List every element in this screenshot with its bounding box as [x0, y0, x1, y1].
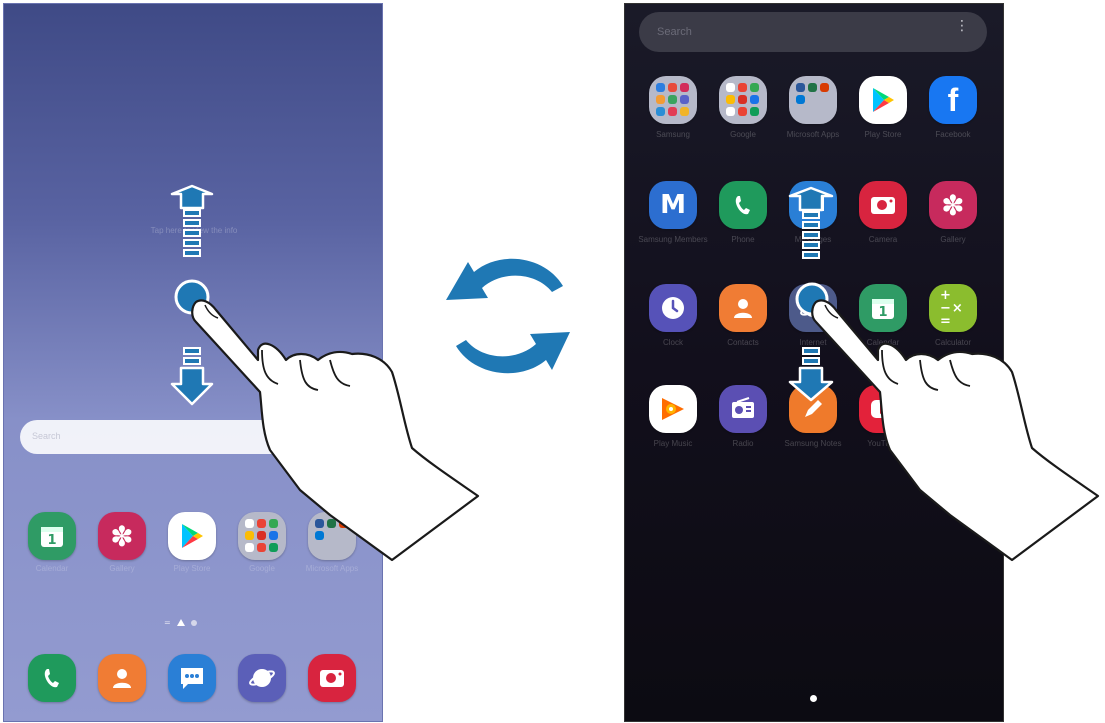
calendar-day: 1: [47, 533, 56, 548]
switch-arrows-icon: [446, 258, 570, 374]
info-hint-text: Tap here to view the info: [150, 226, 238, 235]
app-label: Gallery: [109, 564, 135, 573]
microsoft-folder-icon[interactable]: [789, 76, 837, 124]
facebook-icon[interactable]: f: [929, 76, 977, 124]
app-label: YouTube: [867, 439, 899, 448]
search-bar[interactable]: Search ⋮: [639, 12, 987, 52]
samsung-folder-icon[interactable]: [649, 76, 697, 124]
messages-icon[interactable]: [789, 181, 837, 229]
internet-icon[interactable]: [238, 654, 286, 702]
phone-icon[interactable]: [28, 654, 76, 702]
home-screen[interactable]: Tap here to view the info Search 1 Calen…: [3, 3, 383, 722]
app-label: Clock: [662, 338, 683, 347]
search-placeholder: Search: [32, 431, 61, 441]
apps-screen[interactable]: Search ⋮ Samsung Google Microsoft Apps P…: [624, 3, 1004, 722]
contacts-icon[interactable]: [98, 654, 146, 702]
samsung-notes-icon[interactable]: [789, 385, 837, 433]
app-label: Phone: [731, 235, 755, 244]
app-label: Radio: [732, 439, 754, 448]
play-store-icon[interactable]: [859, 76, 907, 124]
app-label: Facebook: [935, 130, 971, 139]
app-label: Google: [249, 564, 275, 573]
app-label: Play Music: [653, 439, 693, 448]
page-indicator[interactable]: =: [164, 618, 197, 627]
app-label: Gallery: [940, 235, 966, 244]
app-label: Messages: [794, 235, 832, 244]
camera-icon[interactable]: [859, 181, 907, 229]
apps-menu-indicator: =: [164, 618, 171, 627]
home-page-indicator: [176, 619, 185, 626]
search-bar[interactable]: Search: [20, 420, 370, 454]
page-dot: [810, 695, 817, 702]
internet-icon[interactable]: [789, 284, 837, 332]
app-label: Microsoft Apps: [305, 564, 359, 573]
app-label: Contacts: [727, 338, 759, 347]
play-music-icon[interactable]: [649, 385, 697, 433]
app-label: Calendar: [35, 564, 69, 573]
camera-icon[interactable]: [308, 654, 356, 702]
play-store-icon[interactable]: [168, 512, 216, 560]
app-label: Play Store: [173, 564, 211, 573]
app-label: Play Store: [864, 130, 902, 139]
google-folder-icon[interactable]: [238, 512, 286, 560]
calendar-icon[interactable]: 1: [28, 512, 76, 560]
phone-icon[interactable]: [719, 181, 767, 229]
app-label: Calculator: [934, 338, 971, 347]
youtube-icon[interactable]: [859, 385, 907, 433]
calendar-day: 1: [878, 305, 887, 320]
samsung-members-icon[interactable]: M: [649, 181, 697, 229]
app-label: Google: [730, 130, 756, 139]
calendar-icon[interactable]: 1: [859, 284, 907, 332]
app-label: Samsung: [656, 130, 690, 139]
gallery-icon[interactable]: ✽: [98, 512, 146, 560]
app-label: Samsung Members: [638, 235, 708, 244]
calculator-icon[interactable]: +−×=: [929, 284, 977, 332]
app-label: Calendar: [866, 338, 900, 347]
app-label: Microsoft Apps: [786, 130, 840, 139]
gallery-icon[interactable]: ✽: [929, 181, 977, 229]
contacts-icon[interactable]: [719, 284, 767, 332]
google-folder-icon[interactable]: [719, 76, 767, 124]
app-label: Internet: [799, 338, 827, 347]
messages-icon[interactable]: [168, 654, 216, 702]
app-label: Samsung Notes: [784, 439, 842, 448]
radio-icon[interactable]: [719, 385, 767, 433]
page-dot: [190, 619, 197, 626]
more-options-icon[interactable]: ⋮: [955, 19, 969, 33]
microsoft-folder-icon[interactable]: [308, 512, 356, 560]
search-placeholder: Search: [657, 26, 692, 38]
app-label: Camera: [868, 235, 898, 244]
clock-icon[interactable]: [649, 284, 697, 332]
